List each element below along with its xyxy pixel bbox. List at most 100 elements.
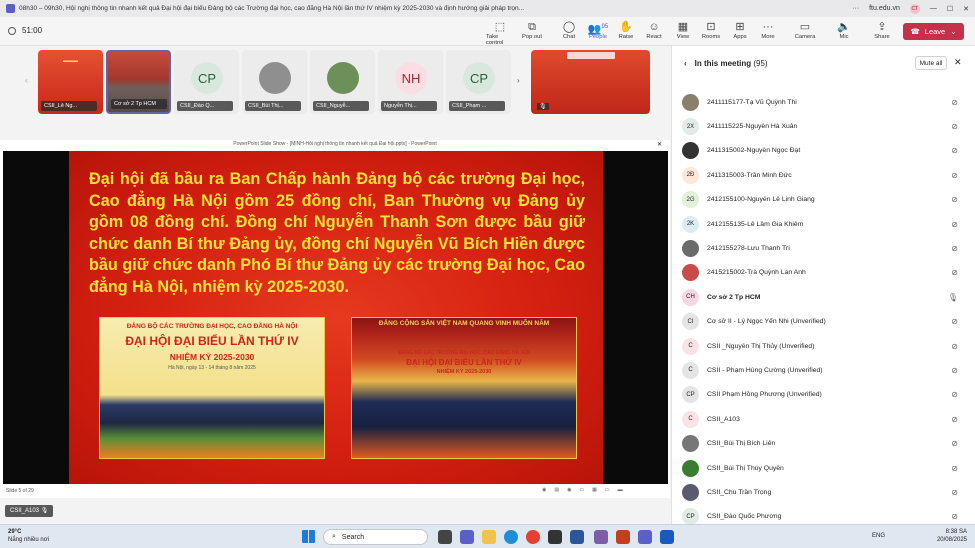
mic-off-icon: ⊘ — [951, 487, 958, 497]
participant-row[interactable]: 2G 2412155100-Nguyễn Lê Linh Giang ⊘ — [672, 188, 975, 212]
taskbar-search[interactable]: ⌕ Search — [323, 529, 428, 545]
camera-button[interactable]: ▭ Camera — [791, 20, 819, 44]
participant-row[interactable]: CP CSII Phạm Hồng Phương (Unverified) ⊘ — [672, 383, 975, 407]
back-icon[interactable]: ‹ — [684, 59, 687, 68]
participant-row[interactable]: C CSII - Phạm Hùng Cường (Unverified) ⊘ — [672, 358, 975, 382]
participant-row[interactable]: CSII_Chu Trần Trọng ⊘ — [672, 480, 975, 504]
app-icon[interactable] — [548, 530, 562, 544]
participant-row[interactable]: 2415215002-Trà Quỳnh Lan Anh ⊘ — [672, 261, 975, 285]
shared-content-tile[interactable]: 🎙 — [531, 50, 650, 114]
apps-button[interactable]: ⊞ Apps — [726, 20, 754, 44]
slide-text: Đại hội đã bầu ra Ban Chấp hành Đảng bộ … — [89, 170, 585, 296]
participant-row[interactable]: 2K 2412155135-Lê Lâm Gia Khiêm ⊘ — [672, 212, 975, 236]
chevron-right-icon[interactable]: › — [517, 76, 520, 85]
tile-avatar: CP — [191, 62, 223, 94]
close-icon[interactable]: ✕ — [963, 5, 969, 13]
speaker-icon: 🔈 — [837, 21, 851, 33]
view-button[interactable]: ▦ View — [669, 20, 697, 44]
weather-widget[interactable]: 29°C Nắng nhiều nơi — [8, 528, 49, 544]
video-tile[interactable]: CSII_Nguyễ... — [310, 50, 375, 114]
mic-off-icon: ⊘ — [951, 463, 958, 473]
participant-name: CSII - Phạm Hùng Cường (Unverified) — [707, 366, 823, 374]
tile-slide-thumb: ▬▬▬ — [63, 58, 78, 64]
participant-row[interactable]: CSII_Bùi Thị Bích Liên ⊘ — [672, 431, 975, 455]
mute-all-button[interactable]: Mute all — [915, 56, 947, 70]
raise-button[interactable]: ✋ Raise — [612, 20, 640, 44]
video-tile[interactable]: CSII_Bùi Thị... — [242, 50, 307, 114]
user-avatar[interactable]: CT — [909, 3, 920, 14]
react-label: React — [646, 34, 662, 40]
windows-start-icon[interactable] — [302, 530, 315, 543]
apps-label: Apps — [733, 34, 747, 40]
people-label: People — [588, 34, 608, 40]
participant-name: CSII _Nguyễn Thị Thủy (Unverified) — [707, 342, 815, 350]
participant-row[interactable]: CSII_Bùi Thị Thúy Quyên ⊘ — [672, 456, 975, 480]
word-icon[interactable] — [660, 530, 674, 544]
share-button[interactable]: ⇪ Share — [868, 20, 896, 44]
react-button[interactable]: ☺ React — [640, 20, 668, 44]
video-tile[interactable]: CP CSII_Đào Q... — [174, 50, 239, 114]
video-tile[interactable]: NH Nguyễn Thị... — [378, 50, 443, 114]
participant-row[interactable]: CI Cơ sở II - Lý Ngọc Yến Nhi (Unverified… — [672, 310, 975, 334]
view-controls[interactable]: ◉▤◉▭▦▭▬ — [542, 487, 631, 493]
powerpoint-icon[interactable] — [616, 530, 630, 544]
video-tile[interactable]: Cơ sở 2 Tp HCM — [106, 50, 171, 114]
participant-row[interactable]: C CSII _Nguyễn Thị Thủy (Unverified) ⊘ — [672, 334, 975, 358]
task-view-icon[interactable] — [438, 530, 452, 544]
participant-row[interactable]: 2411315002-Nguyễn Ngọc Đạt ⊘ — [672, 139, 975, 163]
file-explorer-icon[interactable] — [482, 530, 496, 544]
search-label: Search — [341, 533, 365, 541]
tile-avatar — [327, 62, 359, 94]
org-domain[interactable]: ftu.edu.vn — [869, 5, 900, 12]
participant-avatar — [682, 264, 699, 282]
people-button[interactable]: 👥95 People — [584, 20, 612, 44]
tile-name: CSII_Bùi Thị... — [245, 101, 301, 111]
slide-counter: Slide 5 of 29 — [6, 488, 34, 494]
leave-label: Leave — [924, 27, 946, 36]
participant-row[interactable]: 2X 2411115225-Nguyễn Hà Xuân ⊘ — [672, 114, 975, 138]
word-icon[interactable] — [570, 530, 584, 544]
tile-name: CSII_Lê Ng... — [41, 101, 97, 111]
participant-row[interactable]: 2412155278-Lưu Thanh Trí ⊘ — [672, 236, 975, 260]
maximize-icon[interactable]: ☐ — [947, 5, 953, 13]
participant-avatar: CI — [682, 313, 699, 331]
mic-off-icon: ⊘ — [951, 365, 958, 375]
mic-off-icon: ⊘ — [951, 170, 958, 180]
video-tile[interactable]: ▬▬▬ CSII_Lê Ng... — [38, 50, 103, 114]
edge-icon[interactable] — [504, 530, 518, 544]
pop-out-button[interactable]: ⧉ Pop out — [518, 20, 546, 44]
participant-name: CSII Phạm Hồng Phương (Unverified) — [707, 391, 822, 399]
participant-row[interactable]: 2Đ 2411315003-Trần Minh Đức ⊘ — [672, 163, 975, 187]
participant-row[interactable]: CH Cơ sở 2 Tp HCM 🎙 — [672, 285, 975, 309]
mic-label: Mic — [839, 34, 849, 40]
teams-taskbar-icon[interactable] — [460, 530, 474, 544]
chevron-down-icon[interactable]: ⌄ — [950, 27, 956, 36]
participant-avatar: C — [682, 361, 699, 379]
app-icon[interactable] — [594, 530, 608, 544]
chrome-icon[interactable] — [526, 530, 540, 544]
mic-button[interactable]: 🔈 Mic — [830, 20, 858, 44]
shared-content-banner — [567, 52, 615, 59]
more-icon[interactable]: ··· — [852, 5, 859, 12]
video-tile[interactable]: CP CSII_Phạm ... — [446, 50, 511, 114]
ppt-close-icon[interactable]: ✕ — [657, 141, 662, 148]
take-control-button[interactable]: ⬚ Take control — [486, 20, 514, 46]
chat-button[interactable]: ◯ Chat — [555, 20, 583, 44]
shield-icon — [8, 26, 16, 35]
participant-row[interactable]: 2411115177-Tạ Vũ Quỳnh Thi ⊘ — [672, 90, 975, 114]
leave-button[interactable]: ☎ Leave ⌄ — [903, 23, 964, 40]
system-clock[interactable]: 8:38 SA 20/08/2025 — [937, 528, 967, 544]
more-button[interactable]: ··· More — [754, 20, 782, 44]
close-icon[interactable]: ✕ — [954, 57, 962, 68]
powerpoint-window: PowerPoint Slide Show - [MINH-Hội nghị t… — [0, 140, 670, 498]
language-indicator[interactable]: ENG — [872, 533, 885, 539]
rooms-button[interactable]: ⊡ Rooms — [697, 20, 725, 44]
participant-avatar: CP — [682, 386, 699, 404]
teams-icon[interactable] — [638, 530, 652, 544]
congress-photo-2: ĐẢNG CỘNG SẢN VIỆT NAM QUANG VINH MUÔN N… — [351, 317, 577, 459]
chevron-left-icon[interactable]: ‹ — [25, 76, 28, 85]
minimize-icon[interactable]: — — [930, 5, 937, 12]
rooms-icon: ⊡ — [706, 21, 716, 33]
participant-row[interactable]: C CSII_A103 ⊘ — [672, 407, 975, 431]
mic-off-icon: ⊘ — [951, 97, 958, 107]
